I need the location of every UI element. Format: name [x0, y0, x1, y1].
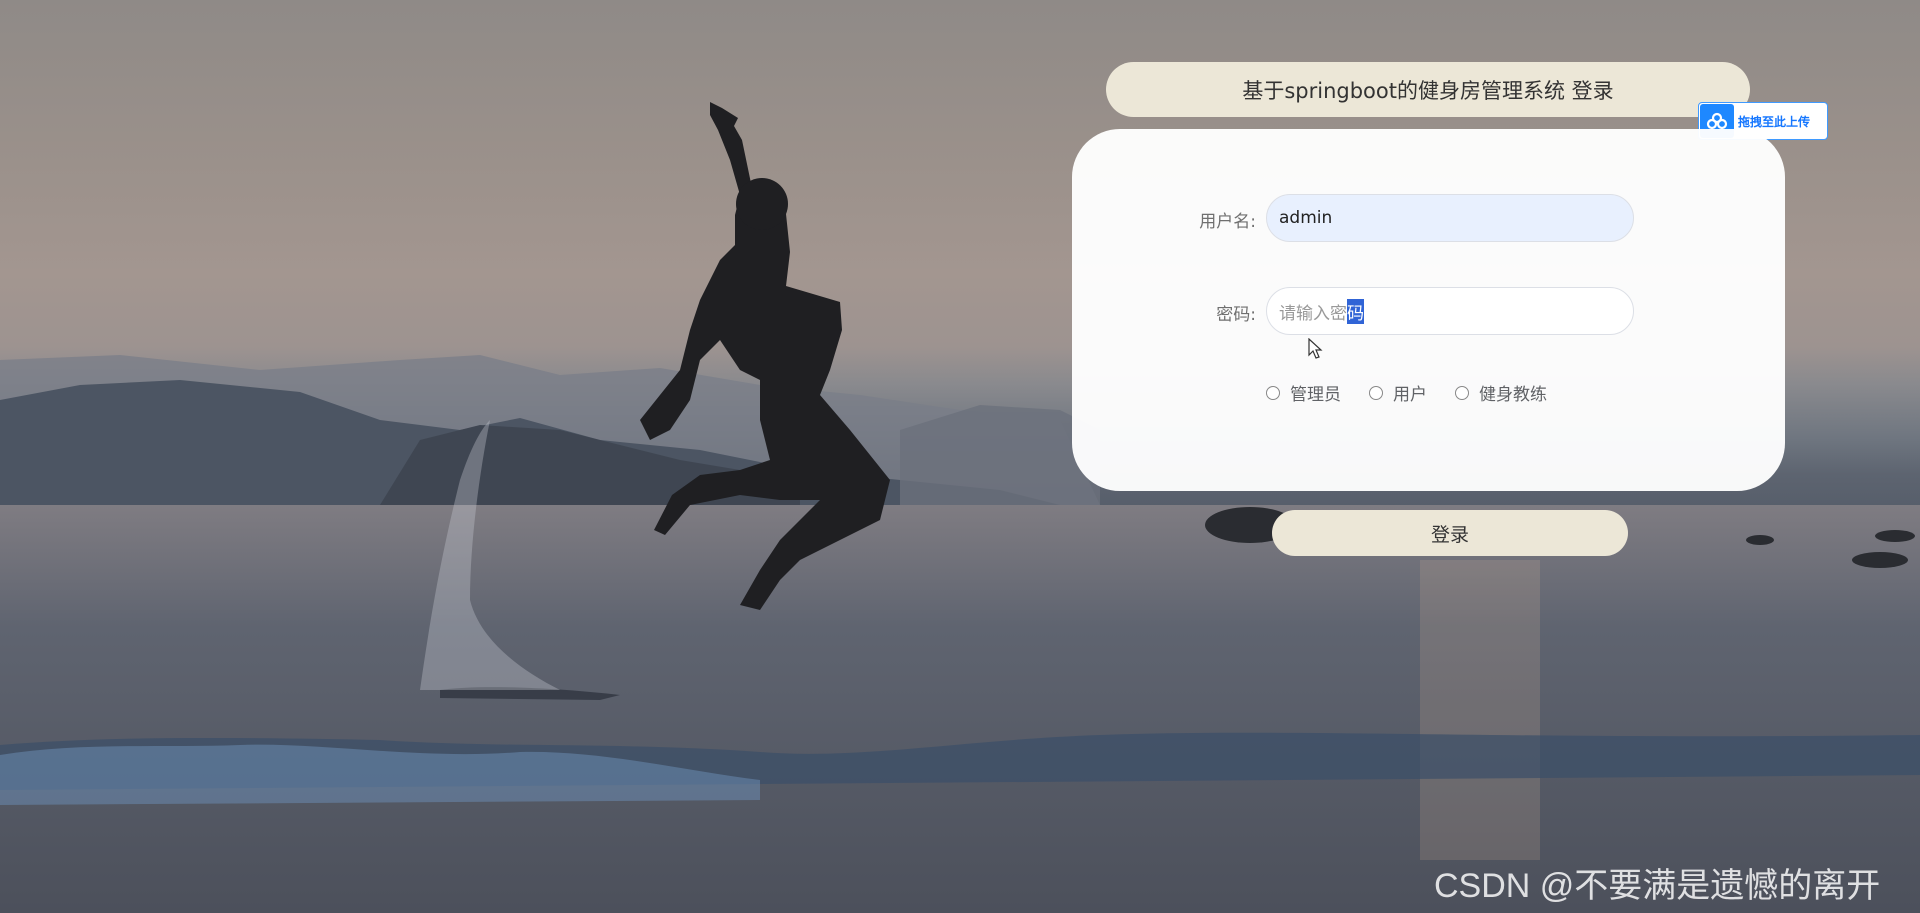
radio-circle-icon[interactable]: [1455, 385, 1469, 400]
role-radio-group: 管理员 用户 健身教练: [1266, 380, 1547, 405]
password-placeholder: 请输入密: [1279, 303, 1347, 324]
role-radio-admin[interactable]: 管理员: [1266, 380, 1341, 405]
username-field[interactable]: admin: [1266, 194, 1634, 242]
radio-circle-icon[interactable]: [1369, 385, 1383, 400]
role-radio-user[interactable]: 用户: [1369, 380, 1427, 405]
role-radio-coach[interactable]: 健身教练: [1455, 380, 1547, 405]
page-title: 基于springboot的健身房管理系统 登录: [1106, 62, 1750, 117]
password-label: 密码:: [1216, 305, 1256, 325]
password-placeholder-selection: 码: [1347, 298, 1364, 324]
page-title-text: 基于springboot的健身房管理系统 登录: [1242, 78, 1614, 103]
radio-circle-icon[interactable]: [1266, 385, 1280, 400]
password-field[interactable]: 请输入密码: [1266, 287, 1634, 335]
role-radio-label: 用户: [1393, 385, 1427, 405]
username-label: 用户名:: [1199, 212, 1256, 232]
mouse-cursor-icon: [1308, 338, 1323, 359]
role-radio-label: 健身教练: [1479, 385, 1547, 405]
login-button[interactable]: 登录: [1272, 510, 1628, 556]
upload-badge-label: 拖拽至此上传: [1738, 114, 1811, 129]
watermark-text: CSDN @不要满是遗憾的离开: [1434, 867, 1881, 905]
role-radio-label: 管理员: [1290, 385, 1341, 405]
username-value: admin: [1279, 208, 1333, 228]
login-button-label: 登录: [1430, 523, 1469, 546]
